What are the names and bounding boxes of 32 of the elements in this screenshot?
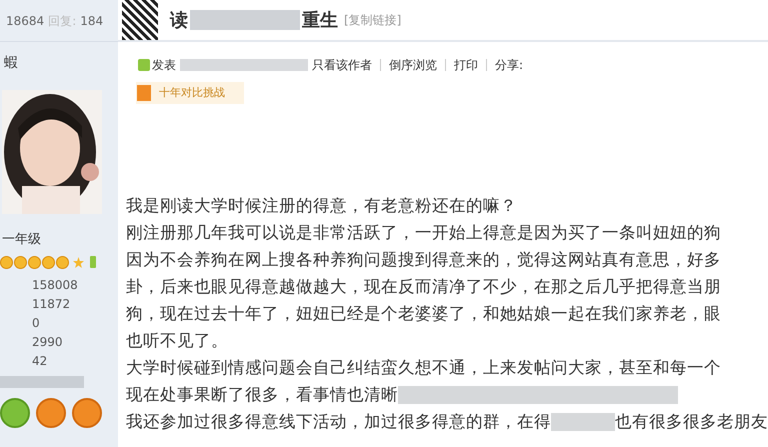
badge-icon bbox=[137, 85, 151, 101]
badge-label: 十年对比挑战 bbox=[159, 84, 225, 101]
post-text: 我还参加过很多得意线下活动，加过很多得意的群，在得 bbox=[126, 411, 551, 433]
post-action-link[interactable]: 倒序浏览 bbox=[389, 56, 437, 74]
view-count: 18684 bbox=[6, 12, 44, 30]
battery-icon bbox=[90, 256, 96, 268]
post-text: 大学时候碰到情感问题会自己纠结蛮久想不通，上来发帖问大家，甚至和每一个 bbox=[126, 357, 721, 379]
username[interactable]: 蝦 bbox=[0, 42, 118, 84]
post-action-link[interactable]: 打印 bbox=[454, 56, 478, 74]
post-text: 因为不会养狗在网上搜各种养狗问题搜到得意来的，觉得这网站真有意思，好多 bbox=[126, 249, 721, 271]
replies-label: 回复: bbox=[48, 12, 76, 30]
star-icon bbox=[73, 256, 84, 268]
reply-count: 184 bbox=[80, 12, 104, 30]
qr-code-icon[interactable] bbox=[122, 0, 158, 40]
post-text: 卦，后来也眼见得意越做越大，现在反而清净了不少，在那之后几乎把得意当朋 bbox=[126, 276, 721, 298]
stat-value: 0 bbox=[32, 314, 41, 332]
post-title: 重生 bbox=[302, 8, 338, 32]
post-text: 狗，现在过去十年了，妞妞已经是个老婆婆了，和她姑娘一起在我们家养老，眼 bbox=[126, 303, 721, 325]
stat-value: 2990 bbox=[32, 334, 64, 350]
post-action-link[interactable]: 只看该作者 bbox=[312, 56, 372, 74]
stat-value: 42 bbox=[32, 352, 48, 370]
post-text: 刚注册那几年我可以说是非常活跃了，一开始上得意是因为买了一条叫妞妞的狗 bbox=[126, 222, 721, 244]
post-title: 读 bbox=[170, 8, 188, 32]
stat-value: 158008 bbox=[32, 276, 79, 294]
post-text: 也听不见了。 bbox=[126, 330, 228, 352]
post-action-link[interactable]: 分享: bbox=[495, 56, 524, 74]
post-text: 也有很多很多老朋友 bbox=[615, 411, 768, 433]
user-rank: 一年级 bbox=[1, 231, 42, 249]
post-meta: 发表 bbox=[152, 57, 176, 74]
post-text: 现在处事果断了很多，看事情也清晰 bbox=[126, 384, 398, 406]
post-text: 我是刚读大学时候注册的得意，有老意粉还在的嘛？ bbox=[126, 195, 517, 217]
stat-value: 11872 bbox=[32, 296, 72, 312]
